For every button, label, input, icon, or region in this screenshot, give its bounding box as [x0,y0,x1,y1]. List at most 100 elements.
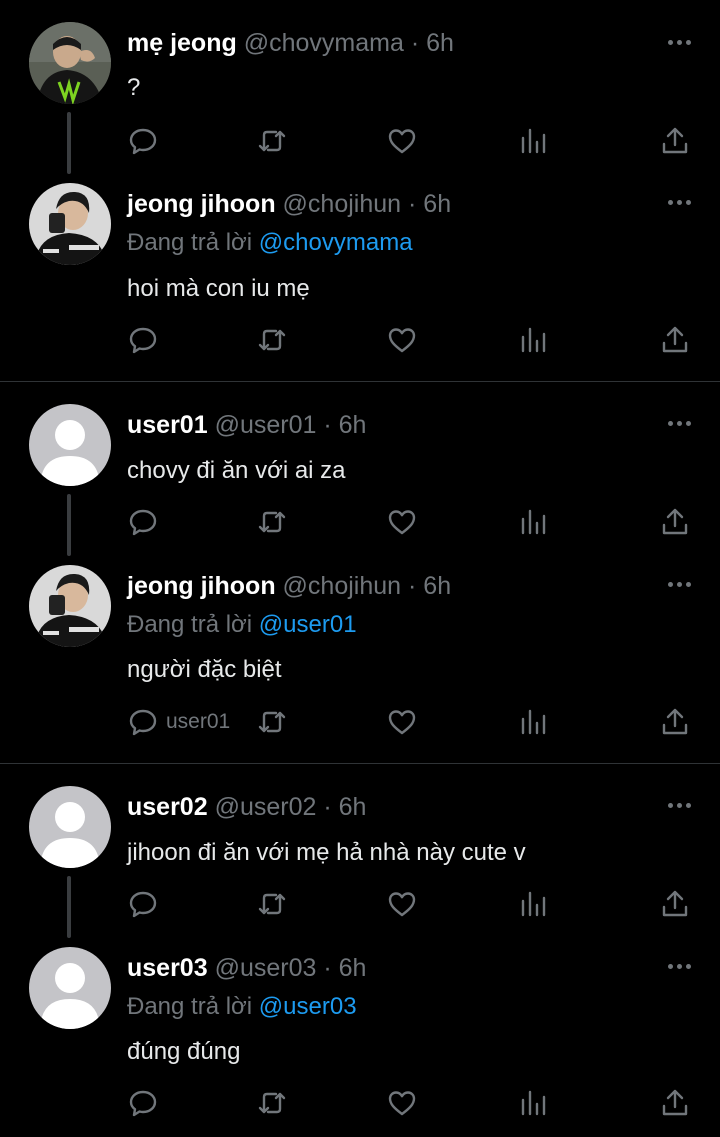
mention-link[interactable]: @user01 [259,611,357,638]
more-icon[interactable] [664,569,696,599]
username-handle[interactable]: @user01 [215,411,317,439]
retweet-button[interactable] [257,322,287,358]
timestamp[interactable]: · 6h [408,190,451,218]
share-button[interactable] [660,123,690,159]
timestamp[interactable]: · 6h [408,572,451,600]
timestamp[interactable]: · 6h [411,29,454,57]
retweet-button[interactable] [257,123,287,159]
mention-link[interactable]: @user03 [259,993,357,1020]
tweet-text: chovy đi ăn với ai za [127,457,346,484]
default-avatar-icon [41,420,99,486]
share-button[interactable] [660,886,690,922]
share-icon [662,1089,688,1116]
like-button[interactable] [387,704,417,740]
display-name[interactable]: jeong jihoon [127,572,276,600]
username-handle[interactable]: @chojihun [283,572,402,600]
reply-icon [129,709,157,736]
username-handle[interactable]: @user02 [215,793,317,821]
reply-button[interactable]: user01 [128,704,230,740]
retweet-button[interactable] [257,704,287,740]
share-icon [662,326,688,353]
avatar[interactable] [29,565,111,647]
retweet-icon [258,511,286,533]
tweet-text: ? [127,74,141,101]
views-icon [521,128,546,154]
tweet-header: jeong jihoon @chojihun · 6h [127,571,451,601]
avatar[interactable] [29,947,111,1029]
replying-to-label: Đang trả lời [127,611,253,638]
display-name[interactable]: user01 [127,411,208,439]
tweet-header: user01 @user01 · 6h [127,410,366,440]
views-button[interactable] [518,886,548,922]
like-button[interactable] [387,504,417,540]
tweet-text: hoi mà con iu mẹ [127,275,310,302]
views-button[interactable] [518,322,548,358]
like-button[interactable] [387,886,417,922]
timestamp[interactable]: · 6h [323,411,366,439]
retweet-button[interactable] [257,1085,287,1121]
timestamp[interactable]: · 6h [323,954,366,982]
share-button[interactable] [660,322,690,358]
reply-button[interactable] [128,123,158,159]
views-button[interactable] [518,1085,548,1121]
reply-button[interactable] [128,1085,158,1121]
avatar[interactable] [29,786,111,868]
avatar[interactable] [29,404,111,486]
reply-icon [129,1090,157,1117]
views-icon [521,891,546,917]
retweet-button[interactable] [257,886,287,922]
tweet-header: user03 @user03 · 6h [127,953,366,983]
default-avatar-icon [41,802,99,868]
share-button[interactable] [660,504,690,540]
tweet-header: mẹ jeong @chovymama · 6h [127,28,454,58]
username-handle[interactable]: @user03 [215,954,317,982]
share-icon [662,508,688,535]
display-name[interactable]: user02 [127,793,208,821]
action-bar [0,322,720,358]
username-handle[interactable]: @chojihun [283,190,402,218]
avatar[interactable] [29,22,111,104]
timestamp[interactable]: · 6h [323,793,366,821]
views-button[interactable] [518,123,548,159]
display-name[interactable]: jeong jihoon [127,190,276,218]
tweet-header: jeong jihoon @chojihun · 6h [127,189,451,219]
mention-link[interactable]: @chovymama [259,229,413,256]
heart-icon [388,1091,416,1116]
tweet-header: user02 @user02 · 6h [127,792,366,822]
more-icon[interactable] [664,790,696,820]
avatar[interactable] [29,183,111,265]
display-name[interactable]: mẹ jeong [127,29,237,57]
action-bar [0,123,720,159]
like-button[interactable] [387,123,417,159]
more-icon[interactable] [664,187,696,217]
like-button[interactable] [387,322,417,358]
retweet-icon [258,1092,286,1114]
more-icon[interactable] [664,951,696,981]
like-button[interactable] [387,1085,417,1121]
replying-to-label: Đang trả lời [127,229,253,256]
views-button[interactable] [518,704,548,740]
heart-icon [388,129,416,154]
more-icon[interactable] [664,408,696,438]
more-icon[interactable] [664,27,696,57]
reply-button[interactable] [128,322,158,358]
heart-icon [388,892,416,917]
share-icon [662,890,688,917]
reply-button[interactable] [128,886,158,922]
display-name[interactable]: user03 [127,954,208,982]
action-bar [0,1085,720,1121]
heart-icon [388,328,416,353]
reply-button[interactable] [128,504,158,540]
share-button[interactable] [660,704,690,740]
share-button[interactable] [660,1085,690,1121]
tweet-text: người đặc biệt [127,656,282,683]
divider [0,763,720,764]
default-avatar-icon [41,963,99,1029]
replying-to: Đang trả lời @user03 [127,992,357,1022]
replying-to-label: Đang trả lời [127,993,253,1020]
username-handle[interactable]: @chovymama [244,29,404,57]
views-icon [521,1090,546,1116]
retweet-button[interactable] [257,504,287,540]
divider [0,381,720,382]
views-button[interactable] [518,504,548,540]
